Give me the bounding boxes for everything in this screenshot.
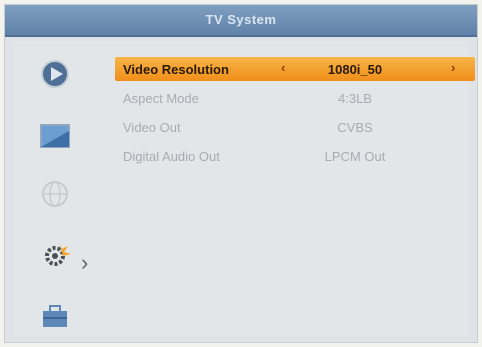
globe-icon[interactable] xyxy=(35,175,75,213)
setting-value: CVBS xyxy=(337,119,373,135)
setting-row-video-out[interactable]: Video Out CVBS xyxy=(115,115,475,139)
title-bar: TV System xyxy=(5,5,477,37)
chevron-right-icon: › xyxy=(81,250,89,275)
setting-label: Video Resolution xyxy=(123,61,229,77)
toolbox-icon[interactable] xyxy=(35,297,75,335)
picture-icon[interactable] xyxy=(35,117,75,155)
menu-title: TV System xyxy=(205,12,277,27)
sidebar: › xyxy=(13,41,97,336)
setting-label: Video Out xyxy=(123,119,181,135)
setting-label: Aspect Mode xyxy=(123,90,199,106)
setting-value: 4:3LB xyxy=(338,90,372,106)
setting-row-digital-audio-out[interactable]: Digital Audio Out LPCM Out xyxy=(115,144,475,168)
setting-row-aspect-mode[interactable]: Aspect Mode 4:3LB xyxy=(115,86,475,110)
setting-label: Digital Audio Out xyxy=(123,148,220,164)
setting-value: 1080i_50 xyxy=(327,61,383,77)
settings-list: Video Resolution ‹ 1080i_50 › Aspect Mod… xyxy=(115,57,475,173)
play-icon[interactable] xyxy=(35,55,75,93)
settings-gear-icon[interactable] xyxy=(35,237,75,275)
tv-screen: TV System › Video Resolution ‹ 1080i_50 … xyxy=(4,4,478,343)
setting-value: LPCM Out xyxy=(324,148,386,164)
arrow-right-icon[interactable]: › xyxy=(451,60,455,75)
setting-row-video-resolution[interactable]: Video Resolution ‹ 1080i_50 › xyxy=(115,57,475,81)
arrow-left-icon[interactable]: ‹ xyxy=(281,60,285,75)
